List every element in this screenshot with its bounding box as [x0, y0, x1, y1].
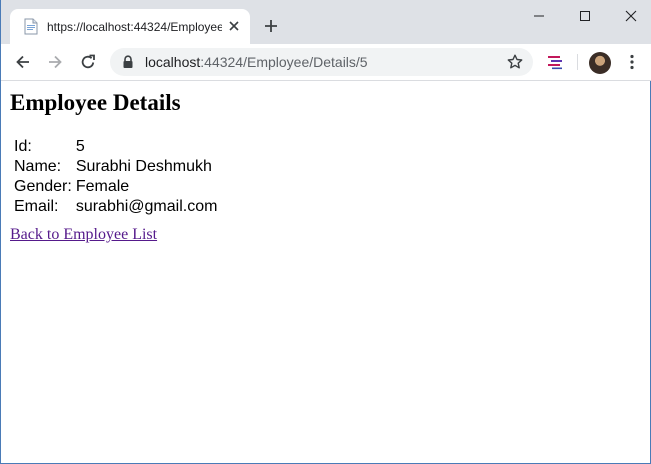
employee-details-table: Id: 5 Name: Surabhi Deshmukh Gender: Fem… — [11, 136, 220, 218]
page-icon — [23, 18, 39, 35]
new-tab-icon[interactable] — [263, 18, 279, 34]
field-value: Female — [75, 178, 130, 195]
table-row: Id: 5 — [13, 138, 218, 156]
extension-icon[interactable] — [546, 53, 564, 71]
page-title: Employee Details — [10, 90, 181, 115]
url-text[interactable]: localhost:44324/Employee/Details/5 — [145, 53, 368, 71]
field-label: Id: — [14, 138, 32, 155]
browser-tab[interactable]: https://localhost:44324/Employee/Details… — [10, 9, 250, 44]
field-label: Gender: — [14, 178, 72, 195]
close-tab-icon[interactable] — [226, 18, 242, 34]
table-row: Name: Surabhi Deshmukh — [13, 158, 218, 176]
back-to-list-link[interactable]: Back to Employee List — [10, 225, 157, 245]
reload-icon[interactable] — [79, 53, 97, 71]
page-content: Employee Details Id: 5 Name: Surabhi Des… — [10, 81, 640, 461]
address-bar[interactable]: localhost:44324/Employee/Details/5 — [110, 48, 533, 76]
field-value: 5 — [75, 138, 85, 155]
field-label: Name: — [14, 158, 62, 175]
browser-window: https://localhost:44324/Employee/Details… — [0, 0, 651, 464]
browser-toolbar: localhost:44324/Employee/Details/5 — [1, 44, 651, 81]
more-menu-icon[interactable] — [625, 53, 639, 71]
maximize-icon[interactable] — [577, 8, 593, 24]
toolbar-divider — [577, 54, 578, 70]
back-arrow-icon[interactable] — [14, 53, 32, 71]
lock-icon[interactable] — [122, 55, 134, 69]
field-value: surabhi@gmail.com — [75, 198, 218, 215]
table-row: Email: surabhi@gmail.com — [13, 198, 218, 216]
tab-title: https://localhost:44324/Employee/Details… — [47, 20, 222, 34]
minimize-icon[interactable] — [531, 8, 547, 24]
field-label: Email: — [14, 198, 59, 215]
forward-arrow-icon[interactable] — [46, 53, 64, 71]
field-value: Surabhi Deshmukh — [75, 158, 212, 175]
tab-strip: https://localhost:44324/Employee/Details… — [1, 0, 651, 44]
bookmark-star-icon[interactable] — [506, 53, 524, 71]
profile-avatar[interactable] — [589, 52, 611, 74]
close-window-icon[interactable] — [623, 8, 639, 24]
url-path: :44324/Employee/Details/5 — [200, 54, 368, 70]
url-host: localhost — [145, 54, 201, 70]
table-row: Gender: Female — [13, 178, 218, 196]
